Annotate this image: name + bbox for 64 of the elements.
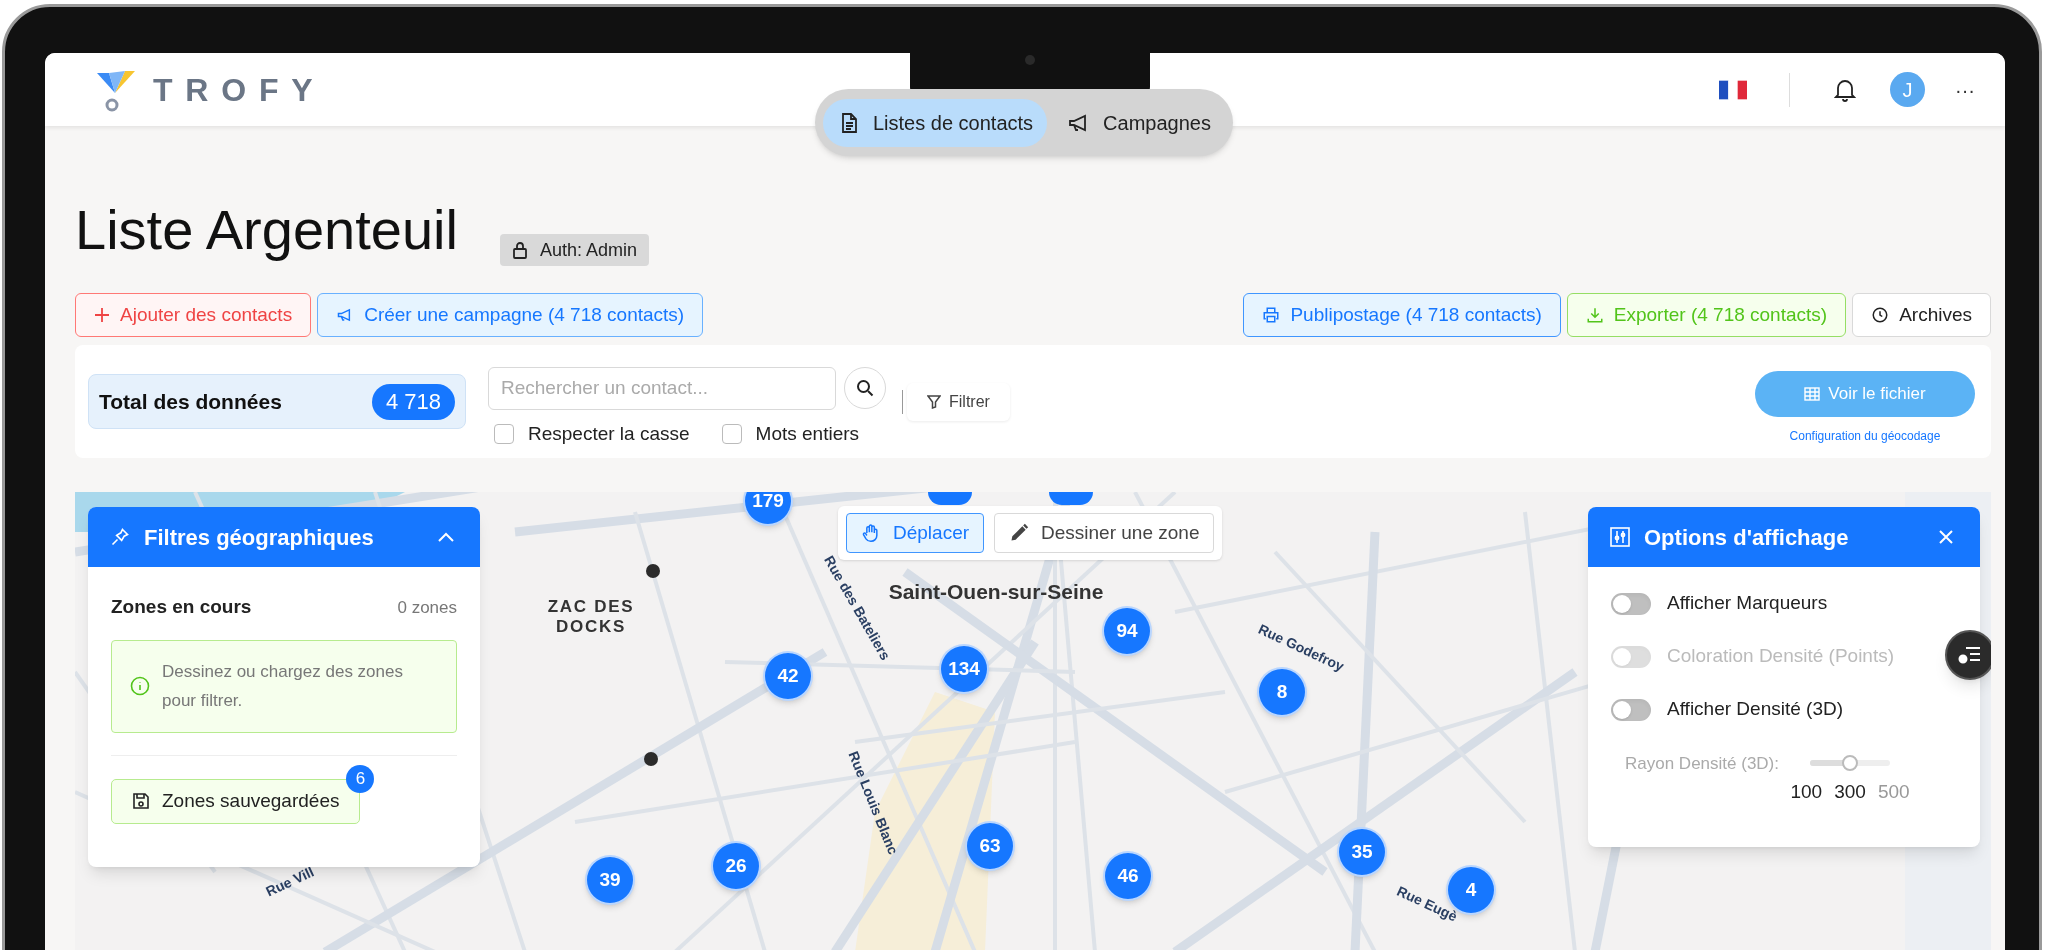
- toggle-label: Afficher Densité (3D): [1667, 697, 1843, 722]
- checkbox[interactable]: [494, 424, 514, 444]
- auth-badge: Auth: Admin: [499, 234, 649, 266]
- nav-tab[interactable]: Listes de contacts: [823, 98, 1048, 147]
- pencil-icon: [1009, 523, 1030, 543]
- cluster-marker[interactable]: [1049, 492, 1093, 505]
- zone-count: 0 zones: [397, 596, 457, 619]
- slider-tick-label: 300: [1834, 780, 1866, 804]
- section-title: Zones en cours: [111, 595, 252, 619]
- slider-thumb[interactable]: [1842, 755, 1858, 771]
- cluster-marker[interactable]: [928, 492, 972, 505]
- panel-title: Filtres géographiques: [144, 523, 375, 552]
- action-button[interactable]: Exporter (4 718 contacts): [1566, 293, 1847, 337]
- map-tool-button[interactable]: Dessiner une zone: [994, 513, 1215, 553]
- geocoding-settings-link[interactable]: Configuration du géocodage: [1789, 426, 1941, 445]
- action-button[interactable]: Créer une campagne (4 718 contacts): [317, 293, 704, 337]
- search-icon: [856, 379, 874, 398]
- slider-tick-label: 100: [1790, 780, 1823, 804]
- count-badge: 6: [346, 764, 375, 793]
- action-button[interactable]: Ajouter des contacts: [75, 293, 312, 337]
- street-label: Rue Louis Blanc: [844, 748, 903, 858]
- toggle-label: Coloration Densité (Points): [1667, 644, 1895, 669]
- chevron-icon: [437, 531, 455, 543]
- filter-button[interactable]: Filtrer: [907, 382, 1010, 421]
- toggle-switch[interactable]: [1611, 592, 1651, 615]
- sliders-icon: [1610, 527, 1630, 547]
- layers-list-icon: [1958, 646, 1982, 664]
- funnel-icon: [927, 394, 941, 409]
- plus-icon: [94, 307, 110, 323]
- map-tool-button[interactable]: Déplacer: [846, 513, 985, 553]
- download-icon: [1585, 306, 1604, 324]
- slider-label: Rayon Densité (3D):: [1625, 753, 1779, 775]
- toggle-label: Afficher Marqueurs: [1667, 591, 1828, 616]
- slider-tick-label: 500: [1877, 780, 1910, 804]
- checkbox-label: Mots entiers: [755, 421, 860, 446]
- french-flag-icon[interactable]: [1719, 79, 1747, 100]
- action-button[interactable]: Publipostage (4 718 contacts): [1243, 293, 1561, 337]
- bell-icon[interactable]: [1834, 77, 1856, 102]
- more-menu-button[interactable]: ···: [1955, 74, 1975, 105]
- pin-icon: [110, 527, 130, 547]
- panel-title: Options d'affichage: [1644, 523, 1850, 552]
- view-file-button[interactable]: Voir le fichier: [1755, 370, 1975, 417]
- checkbox-label: Respecter la casse: [528, 421, 690, 446]
- street-label: Rue Vill: [262, 862, 318, 902]
- search-field[interactable]: Rechercher un contact...: [488, 366, 836, 410]
- close-icon: [1939, 530, 1953, 544]
- search-button[interactable]: [844, 367, 886, 410]
- hand-icon: [861, 523, 881, 543]
- place-label: Saint-Ouen-sur-Seine: [888, 579, 1104, 606]
- total-count-badge: 4 718: [371, 383, 455, 420]
- table-icon: [1804, 386, 1821, 401]
- total-label: Total des données: [99, 388, 282, 415]
- avatar[interactable]: J: [1890, 72, 1925, 107]
- info-text: Dessinez ou chargez des zones pour filtrer.: [162, 661, 404, 712]
- logo-text: TROFY: [153, 70, 326, 110]
- place-label: ZAC DES DOCKS: [546, 596, 636, 638]
- info-icon: [130, 676, 150, 696]
- nav-tab[interactable]: Campagnes: [1053, 98, 1225, 147]
- printer-icon: [1262, 306, 1281, 324]
- action-button[interactable]: Archives: [1852, 293, 1991, 337]
- checkbox[interactable]: [721, 424, 742, 444]
- lock-icon: [511, 241, 528, 259]
- toggle-switch[interactable]: [1611, 698, 1651, 721]
- clock-icon: [1871, 306, 1890, 324]
